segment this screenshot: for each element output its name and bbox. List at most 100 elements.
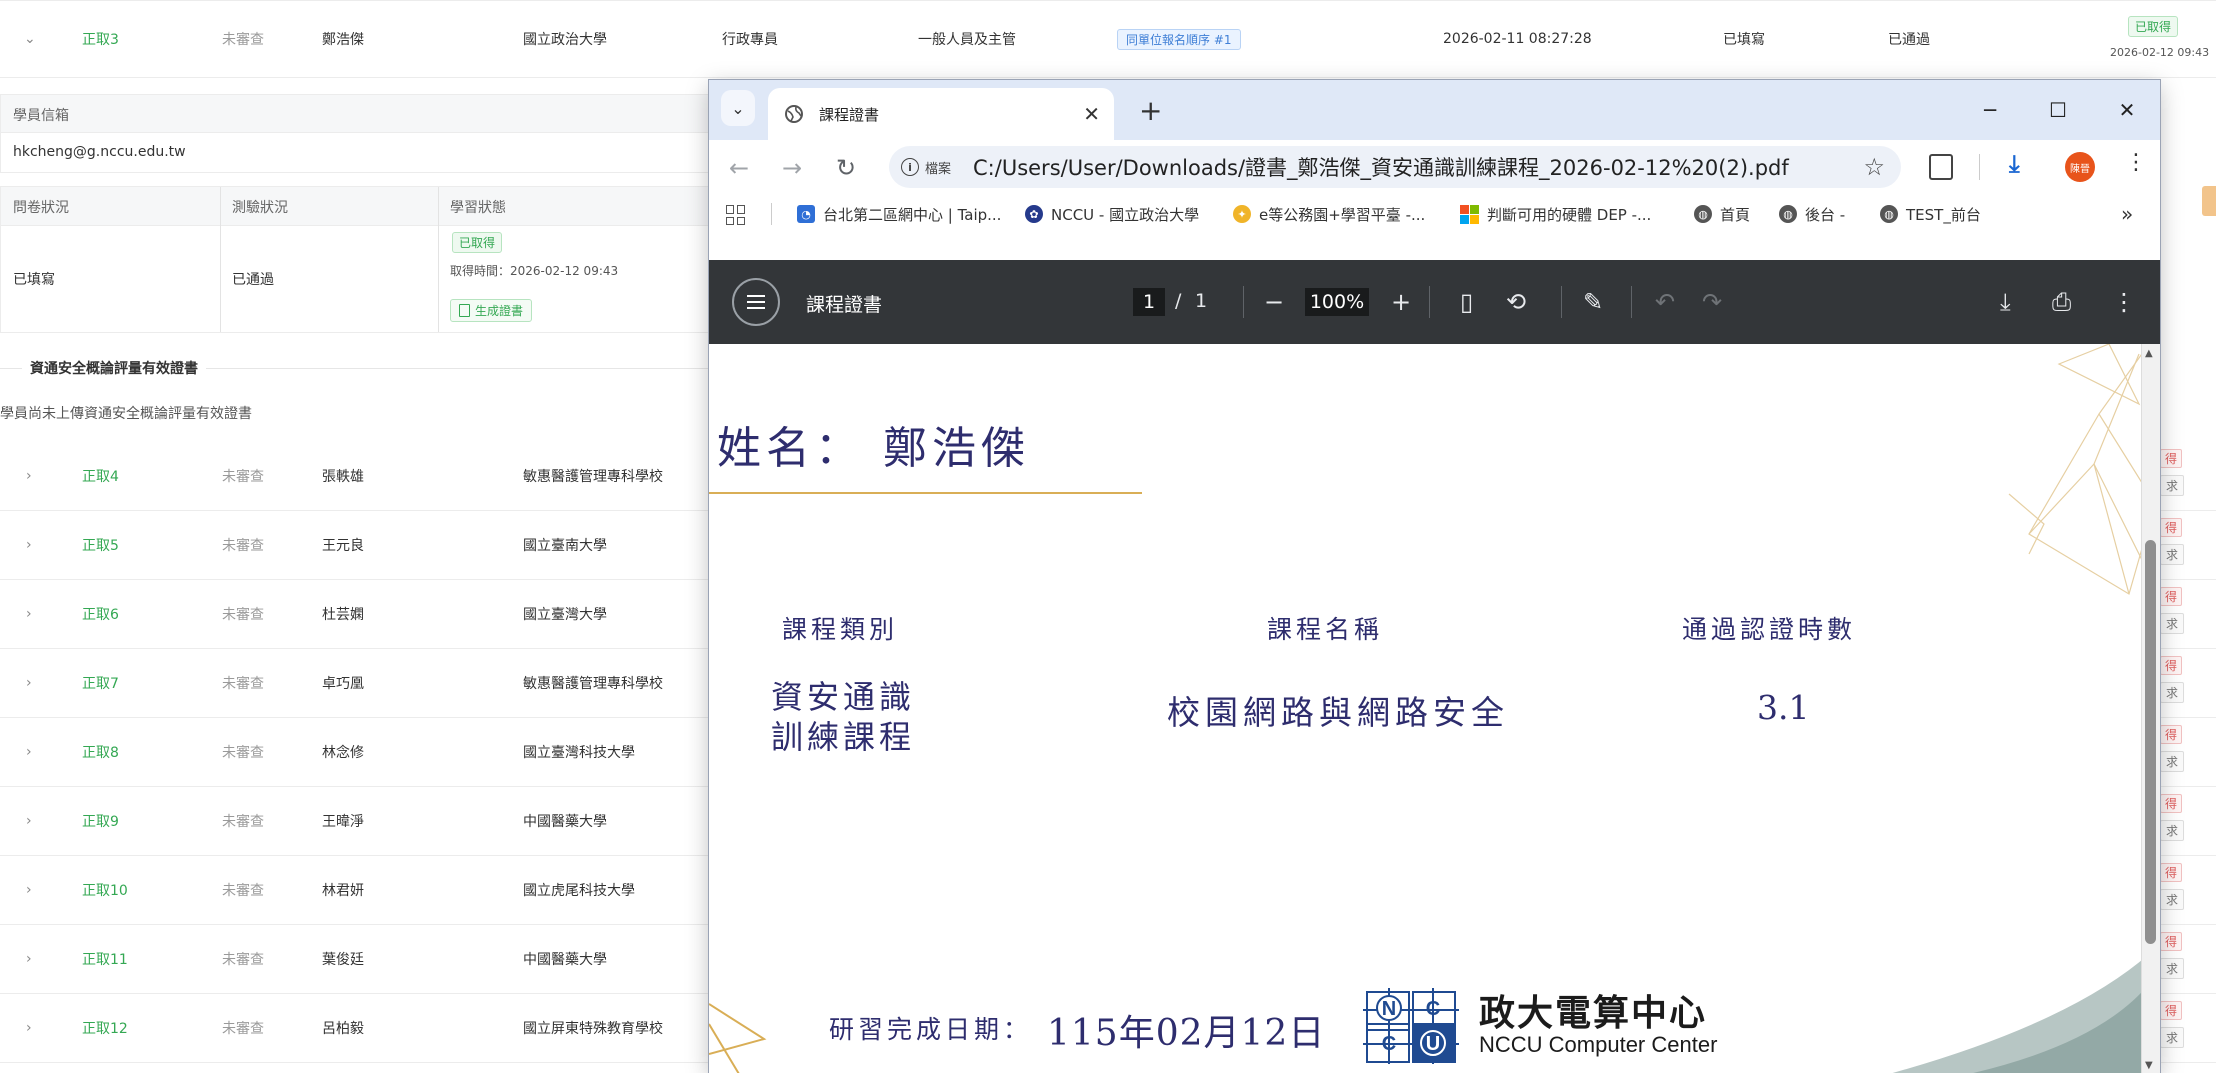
student-name: 葉俊廷 [322, 951, 364, 968]
scroll-up-icon[interactable]: ▲ [2145, 348, 2153, 359]
gold-underline [709, 492, 1142, 494]
close-icon[interactable]: ✕ [1083, 102, 1100, 126]
questionnaire-status: 已填寫 [1723, 32, 1765, 48]
document-icon [459, 304, 470, 317]
maximize-button[interactable]: ☐ [2038, 92, 2078, 128]
chevron-right-icon[interactable]: › [26, 579, 32, 648]
menu-icon [747, 295, 765, 309]
obtained-tag: 得 [2160, 518, 2183, 537]
star-icon[interactable]: ☆ [1863, 153, 1885, 181]
redo-icon[interactable]: ↷ [1702, 286, 1722, 318]
pdf-scrollbar[interactable]: ▲ ▼ [2141, 344, 2160, 1073]
request-button[interactable]: 求 [2160, 889, 2185, 910]
zoom-out-icon[interactable]: − [1264, 286, 1284, 318]
annotate-icon[interactable]: ✎ [1583, 286, 1603, 318]
generate-certificate-button[interactable]: 生成證書 [450, 299, 533, 322]
back-icon[interactable]: ← [729, 154, 749, 182]
windows-icon [1460, 204, 1479, 224]
col-header-type: 課程類別 [782, 615, 899, 644]
minimize-button[interactable]: ─ [1970, 92, 2010, 128]
chevron-right-icon[interactable]: › [26, 786, 32, 855]
download-icon[interactable]: ⤓ [2009, 150, 2020, 178]
bookmark-item[interactable]: ◔ 台北第二區網中心 | Taip... [797, 193, 1001, 235]
email-header: 學員信箱 [0, 94, 722, 133]
admission-status: 正取12 [82, 1020, 128, 1037]
chevron-right-icon[interactable]: › [26, 924, 32, 993]
student-name: 王元良 [322, 537, 364, 554]
avatar[interactable]: 陳晉 [2065, 152, 2095, 182]
rotate-icon[interactable]: ⟲ [1506, 286, 1526, 318]
chevron-right-icon[interactable]: › [26, 510, 32, 579]
request-button[interactable]: 求 [2160, 1027, 2185, 1048]
bookmark-item[interactable]: 判斷可用的硬體 DEP -... [1460, 193, 1651, 235]
scroll-thumb[interactable] [2145, 540, 2156, 944]
download-icon[interactable]: ⤓ [2000, 286, 2011, 318]
page-number-input[interactable]: 1 [1133, 288, 1165, 316]
zoom-in-icon[interactable]: + [1391, 286, 1411, 318]
fit-page-icon[interactable]: ▯ [1460, 286, 1473, 318]
admission-status: 正取7 [82, 675, 119, 692]
chevron-right-icon[interactable]: › [26, 855, 32, 924]
zoom-input[interactable]: 100% [1305, 288, 1369, 316]
chevron-right-icon[interactable]: › [26, 648, 32, 717]
table-row[interactable]: ⌄ 正取3 未審查 鄭浩傑 國立政治大學 行政專員 一般人員及主管 同單位報名順… [0, 0, 2216, 78]
school-name: 敏惠醫護管理專科學校 [523, 675, 663, 692]
address-bar: ← → ↻ i 檔案 C:/Users/User/Downloads/證書_鄭浩… [709, 140, 2160, 193]
chevron-down-icon: ⌄ [731, 98, 745, 118]
pdf-page: 姓名： 鄭浩傑 課程類別 課程名稱 通過認證時數 資安通識 訓練課程 校園網路與… [709, 344, 2160, 1073]
review-status: 未審查 [222, 882, 264, 899]
new-tab-button[interactable]: + [1139, 94, 1162, 127]
chevron-right-icon[interactable]: › [26, 441, 32, 510]
status-values: 已填寫 已通過 已取得 取得時間：2026-02-12 09:43 生成證書 [0, 224, 722, 333]
cert-section-title: 資通安全概論評量有效證書 [22, 358, 206, 378]
more-bookmarks-icon[interactable]: » [2121, 193, 2133, 235]
decorative-corner-left [709, 1003, 767, 1073]
print-icon[interactable]: ⎙ [2052, 286, 2071, 318]
request-button[interactable]: 求 [2160, 475, 2185, 496]
reload-icon[interactable]: ↻ [836, 154, 856, 182]
logo-letter: N [1382, 998, 1396, 1020]
chevron-right-icon[interactable]: › [26, 717, 32, 786]
tab-active[interactable]: 課程證書 ✕ [768, 88, 1114, 140]
request-button[interactable]: 求 [2160, 544, 2185, 565]
obtained-tag: 得 [2160, 587, 2183, 606]
request-button[interactable]: 求 [2160, 682, 2185, 703]
browser-window: ⌄ 課程證書 ✕ + ─ ☐ ✕ ← → ↻ i 檔案 C:/Users/Use… [709, 80, 2160, 1073]
scroll-down-icon[interactable]: ▼ [2145, 1060, 2153, 1071]
undo-icon[interactable]: ↶ [1655, 286, 1675, 318]
request-button[interactable]: 求 [2160, 613, 2185, 634]
page-separator: / [1175, 290, 1182, 312]
forward-icon[interactable]: → [782, 154, 802, 182]
order-tag: 同單位報名順序 #1 [1117, 28, 1241, 50]
name-line: 姓名： 鄭浩傑 [717, 423, 1030, 474]
sidebar-menu-button[interactable] [732, 278, 780, 326]
tab-search-button[interactable]: ⌄ [721, 90, 755, 126]
globe-icon: ◍ [1694, 205, 1712, 223]
request-button[interactable]: 求 [2160, 958, 2185, 979]
admission-status: 正取4 [82, 468, 119, 485]
request-button[interactable]: 求 [2160, 751, 2185, 772]
chevron-down-icon[interactable]: ⌄ [24, 1, 36, 77]
apps-icon[interactable] [726, 205, 746, 225]
bookmark-item[interactable]: ◍ 後台 - [1779, 193, 1845, 235]
close-window-button[interactable]: ✕ [2107, 92, 2147, 128]
site-info-chip[interactable]: i 檔案 [901, 158, 951, 177]
more-menu-icon[interactable]: ⋮ [2125, 150, 2147, 175]
obtained-tag: 已取得 [2128, 16, 2179, 37]
omnibox[interactable]: i 檔案 C:/Users/User/Downloads/證書_鄭浩傑_資安通識… [889, 146, 1901, 188]
more-actions-icon[interactable]: ⋮ [2112, 286, 2136, 318]
school-name: 國立臺灣科技大學 [523, 744, 635, 761]
learning-obtained-time: 取得時間：2026-02-12 09:43 [450, 264, 619, 278]
bookmark-item[interactable]: ✦ e等公務園+學習平臺 -... [1233, 193, 1425, 235]
school-name: 國立臺南大學 [523, 537, 607, 554]
org-name-en: NCCU Computer Center [1479, 1032, 1718, 1057]
request-button[interactable]: 求 [2160, 820, 2185, 841]
url-text[interactable]: C:/Users/User/Downloads/證書_鄭浩傑_資安通識訓練課程_… [973, 152, 1789, 182]
col-header-name: 課程名稱 [1267, 615, 1384, 644]
bookmark-item[interactable]: ◍ 首頁 [1694, 193, 1750, 235]
extensions-icon[interactable] [1929, 154, 1953, 180]
bookmark-item[interactable]: ✿ NCCU - 國立政治大學 [1025, 193, 1199, 235]
chevron-right-icon[interactable]: › [26, 993, 32, 1062]
obtained-tag: 得 [2160, 794, 2183, 813]
bookmark-item[interactable]: ◍ TEST_前台 [1880, 193, 1981, 235]
